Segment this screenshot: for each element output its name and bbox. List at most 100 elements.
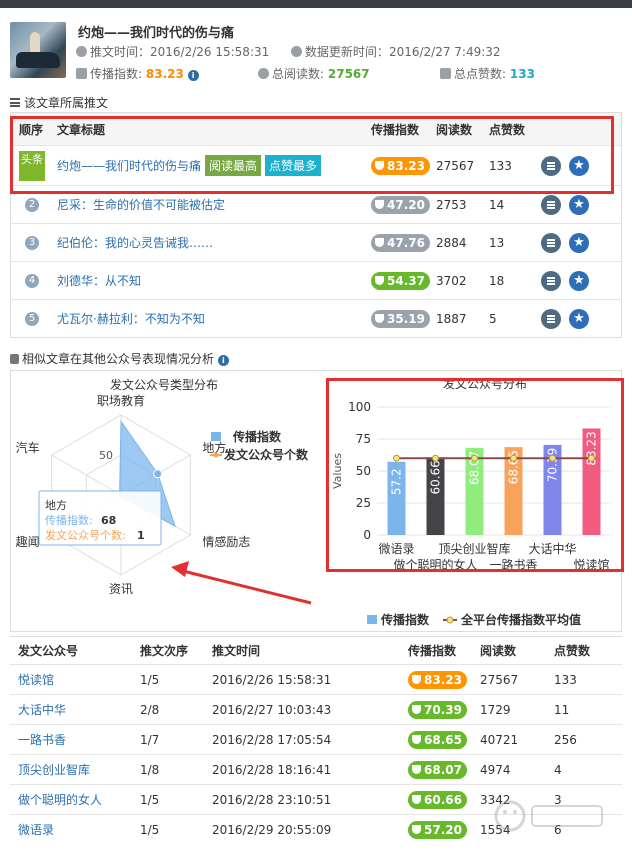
bar-legend-avg[interactable]: 全平台传播指数平均值 <box>460 612 581 627</box>
table-row: 微语录 1/5 2016/2/29 20:55:09 1554 6 57.20 <box>10 814 622 844</box>
charts-svg: 发文公众号类型分布 职场教育地方情感励志资讯 趣闻 汽车 50 传播指数 发文公众号个… <box>16 376 611 627</box>
reads-cell: 40721 <box>480 732 519 747</box>
table-header: 顺序 文章标题 传播指数 阅读数 点赞数 <box>11 113 621 145</box>
star-icon[interactable] <box>569 270 589 291</box>
bar-value-label: 70.39 <box>546 448 560 482</box>
table-row: 3 纪伯伦：我的心灵告诫我…… 47.76 2884 13 <box>11 223 621 261</box>
likes-cell: 13 <box>489 235 505 250</box>
reads-label: 总阅读数: <box>272 67 325 81</box>
radar-legend-spread[interactable]: 传播指数 <box>232 429 282 444</box>
tooltip-title: 地方 <box>45 498 67 512</box>
order-badge: 4 <box>25 273 39 288</box>
bar-ytick-label: 50 <box>356 464 371 478</box>
reads-cell: 1729 <box>480 702 511 717</box>
reads-cell: 3702 <box>436 273 467 288</box>
accounts-table: 发文公众号 推文次序 推文时间 传播指数 阅读数 点赞数 悦读馆 1/5 2016/… <box>10 636 622 844</box>
likes-cell: 256 <box>554 732 577 747</box>
bar-legend-spread[interactable]: 传播指数 <box>380 612 430 627</box>
tweet-table: 顺序 文章标题 传播指数 阅读数 点赞数 头条 约炮——我们时代的伤与痛 阅读最… <box>10 112 622 338</box>
article-title[interactable]: 约炮——我们时代的伤与痛 <box>78 22 234 41</box>
order-cell: 1/5 <box>140 672 160 687</box>
reads-cell: 4974 <box>480 762 511 777</box>
trophy-icon <box>412 765 421 774</box>
average-marker[interactable] <box>588 454 595 462</box>
order-badge: 3 <box>25 235 39 250</box>
article-link[interactable]: 纪伯伦：我的心灵告诫我…… <box>57 234 213 251</box>
trophy-icon <box>375 276 384 285</box>
info-icon[interactable]: i <box>187 70 199 81</box>
account-link[interactable]: 悦读馆 <box>18 671 54 688</box>
time-cell: 2016/2/29 20:55:09 <box>212 822 332 837</box>
annotation-arrow <box>171 561 312 605</box>
thumbs-up-icon <box>440 68 451 79</box>
time-cell: 2016/2/27 10:03:43 <box>212 702 332 717</box>
time-cell: 2016/2/28 23:10:51 <box>212 792 332 807</box>
bar-category-label: 顶尖创业智库 <box>438 541 510 556</box>
average-marker[interactable] <box>432 454 439 462</box>
article-link[interactable]: 尤瓦尔·赫拉利：不知为不知 <box>57 310 205 327</box>
top-bar <box>0 0 632 8</box>
article-link[interactable]: 约炮——我们时代的伤与痛 <box>57 157 201 174</box>
table-header: 发文公众号 推文次序 推文时间 传播指数 阅读数 点赞数 <box>10 636 622 664</box>
trophy-icon <box>412 825 421 834</box>
bar-ylabel: Values <box>331 453 344 489</box>
update-label: 数据更新时间： <box>304 45 389 59</box>
table-row: 悦读馆 1/5 2016/2/26 15:58:31 27567 133 83.23 <box>10 664 622 694</box>
spread-pill: 70.39 <box>408 700 467 719</box>
bar-category-label: 大话中华 <box>528 541 576 556</box>
detail-list-icon[interactable] <box>541 308 561 329</box>
article-thumbnail[interactable] <box>10 22 66 78</box>
bar-legend: 传播指数 全平台传播指数平均值 <box>367 612 581 627</box>
spread-pill: 83.23 <box>408 670 467 689</box>
likes-cell: 5 <box>489 311 497 326</box>
detail-list-icon[interactable] <box>541 232 561 253</box>
table-row: 头条 约炮——我们时代的伤与痛 阅读最高 点赞最多 83.23 27567 13… <box>11 145 621 185</box>
average-marker[interactable] <box>393 454 400 462</box>
trophy-icon <box>375 314 384 323</box>
star-icon[interactable] <box>569 308 589 329</box>
likes-value: 133 <box>509 67 535 81</box>
star-icon[interactable] <box>569 194 589 215</box>
info-icon[interactable]: i <box>217 355 229 366</box>
detail-list-icon[interactable] <box>541 270 561 291</box>
average-marker[interactable] <box>549 454 556 462</box>
radar-axis-label: 资讯 <box>109 582 133 596</box>
table-row: 一路书香 1/7 2016/2/28 17:05:54 40721 256 68.65 <box>10 724 622 754</box>
table-row: 4 刘德华：从不知 54.37 3702 18 <box>11 261 621 299</box>
section-title-tweets: 该文章所属推文 <box>10 94 108 111</box>
order-badge: 2 <box>25 197 39 212</box>
detail-list-icon[interactable] <box>541 155 561 176</box>
average-marker[interactable] <box>510 454 517 462</box>
account-link[interactable]: 顶尖创业智库 <box>18 761 90 778</box>
star-icon[interactable] <box>569 155 589 176</box>
eye-icon <box>258 68 269 79</box>
trophy-icon <box>412 705 421 714</box>
average-marker[interactable] <box>471 454 478 462</box>
reads-cell: 27567 <box>436 158 475 173</box>
col-order: 推文次序 <box>140 644 189 658</box>
trophy-icon <box>76 68 87 79</box>
list-icon <box>10 98 20 107</box>
radar-hover-point[interactable] <box>153 469 163 479</box>
account-link[interactable]: 微语录 <box>18 821 54 838</box>
reads-cell: 2884 <box>436 235 467 250</box>
col-time: 推文时间 <box>212 644 261 658</box>
likes-cell: 3 <box>554 792 562 807</box>
table-row: 顶尖创业智库 1/8 2016/2/28 18:16:41 4974 4 68.07 <box>10 754 622 784</box>
article-link[interactable]: 刘德华：从不知 <box>57 272 141 289</box>
article-link[interactable]: 尼采：生命的价值不可能被估定 <box>57 196 225 213</box>
star-icon[interactable] <box>569 232 589 253</box>
account-link[interactable]: 做个聪明的女人 <box>18 791 102 808</box>
account-link[interactable]: 大话中华 <box>18 701 66 718</box>
spread-pill: 83.23 <box>371 156 430 175</box>
radar-axis-label: 地方 <box>202 440 226 455</box>
account-link[interactable]: 一路书香 <box>18 731 66 748</box>
spread-value: 83.23 <box>145 67 184 81</box>
spread-pill: 35.19 <box>371 309 430 328</box>
charts-panel: 发文公众号类型分布 职场教育 地方 情感励志 资讯 趣闻 汽车 50 传播指数 发文公众号个… <box>10 370 622 632</box>
order-cell: 1/8 <box>140 762 160 777</box>
radar-legend-count[interactable]: 发文公众号个数 <box>223 447 309 462</box>
tooltip-spread-label: 传播指数: <box>45 513 93 527</box>
table-row: 2 尼采：生命的价值不可能被估定 47.20 2753 14 <box>11 185 621 223</box>
detail-list-icon[interactable] <box>541 194 561 215</box>
